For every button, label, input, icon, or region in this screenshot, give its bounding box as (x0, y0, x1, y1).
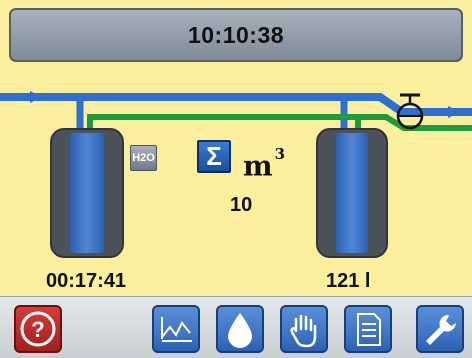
left-tank (50, 128, 124, 258)
bottom-toolbar: ? (0, 296, 472, 358)
total-volume-value: 10 (230, 194, 253, 216)
help-icon: ? (20, 311, 56, 347)
controller-screen: 10:10:38 H2O Σ m3 10 00:17:41 121 l ? (0, 0, 472, 358)
log-button[interactable] (344, 305, 392, 353)
svg-text:?: ? (31, 317, 44, 342)
settings-button[interactable] (416, 305, 464, 353)
chart-icon (161, 317, 192, 342)
right-tank-volume: 121 l (326, 270, 371, 292)
unit-exponent: 3 (274, 145, 286, 163)
water-drop-icon (228, 313, 252, 348)
right-tank (316, 128, 388, 258)
wrench-icon (426, 315, 456, 345)
hand-icon (290, 314, 317, 348)
outflow-arrow-icon (448, 106, 460, 118)
left-tank-water (70, 133, 104, 253)
unit-base: m (243, 149, 273, 183)
manual-mode-button[interactable] (280, 305, 328, 353)
help-button[interactable]: ? (14, 305, 62, 353)
inflow-arrow-icon (30, 91, 42, 103)
water-button[interactable] (216, 305, 264, 353)
right-tank-water (336, 133, 368, 253)
left-tank-runtime: 00:17:41 (46, 270, 127, 292)
h2o-icon: H2O (130, 145, 157, 171)
green-return-pipe (87, 114, 472, 131)
document-icon (357, 313, 381, 346)
chart-button[interactable] (152, 305, 200, 353)
unit-label: m3 (243, 145, 286, 183)
sum-icon: Σ (197, 140, 231, 173)
